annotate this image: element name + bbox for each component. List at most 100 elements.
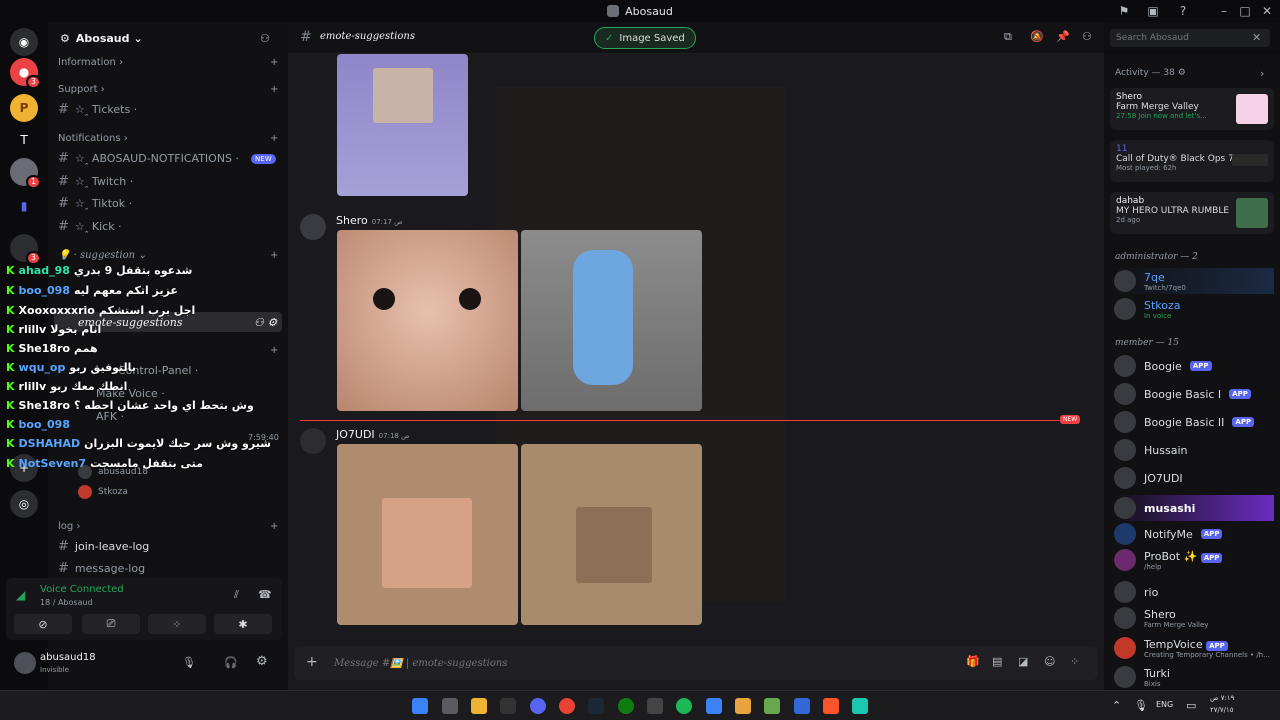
member-row[interactable]: 7qe Twitch/7qe0 (1114, 268, 1274, 294)
app-icon[interactable] (500, 698, 516, 714)
xbox-icon[interactable] (618, 698, 634, 714)
member-row[interactable]: Boogie Basic I APP (1114, 383, 1251, 405)
message-author[interactable]: JO7UDI 07:18 ص (336, 428, 410, 441)
chevron-right-icon[interactable]: › (1260, 67, 1264, 80)
category-notifications[interactable]: Notifications › + (58, 133, 278, 144)
message-input[interactable] (334, 654, 894, 672)
gift-icon[interactable]: 🎁 (966, 655, 980, 668)
server-icon-t[interactable]: T (10, 126, 38, 154)
attach-plus-icon[interactable]: + (306, 654, 318, 670)
discord-home-icon[interactable]: ◉ (10, 28, 38, 56)
apps-icon[interactable]: ⁘ (1070, 655, 1079, 668)
server-icon-p[interactable]: P (10, 94, 38, 122)
screen-share-button[interactable]: ⎚ (82, 614, 140, 634)
channel-tiktok[interactable]: # ☆ꞈ Tiktok · (58, 196, 132, 211)
category-suggestion[interactable]: 💡 · suggestion ⌄ + (58, 250, 278, 261)
activity-card[interactable]: dahab MY HERO ULTRA RUMBLE 2d ago (1110, 192, 1274, 234)
emote-image-child-1[interactable] (337, 444, 518, 625)
folder-icon[interactable]: ▮ (10, 192, 38, 220)
network-icon[interactable]: ▭ (1186, 699, 1196, 712)
emoji-icon[interactable]: ☺ (1044, 655, 1055, 668)
app-icon[interactable] (735, 698, 751, 714)
member-row[interactable]: JO7UDI (1114, 467, 1183, 489)
steam-icon[interactable] (588, 698, 604, 714)
add-channel-icon[interactable]: + (270, 521, 278, 532)
member-row[interactable]: Hussain (1114, 439, 1187, 461)
discord-taskbar-icon[interactable] (530, 698, 546, 714)
member-list-icon[interactable]: ⚇ (1082, 30, 1092, 43)
server-icon-avatar[interactable]: 1 (10, 158, 41, 189)
app-icon[interactable] (706, 698, 722, 714)
search-box[interactable]: ✕ (1110, 29, 1270, 47)
server-icon-stack[interactable]: 3 (10, 234, 41, 265)
tray-chevron-icon[interactable]: ⌃ (1112, 699, 1121, 712)
member-row[interactable]: musashi (1114, 495, 1274, 521)
member-row[interactable]: Boogie APP (1114, 355, 1212, 377)
channel-kick[interactable]: # ☆ꞈ Kick · (58, 219, 122, 234)
chrome-icon[interactable] (559, 698, 575, 714)
pin-icon[interactable]: 📌 (1056, 30, 1070, 43)
app-icon[interactable] (647, 698, 663, 714)
server-header[interactable]: ⚙ Abosaud ⌄ ⚇ (48, 22, 288, 54)
emote-image-stitch[interactable] (521, 230, 702, 411)
channel-tickets[interactable]: # ☆ꞈ Tickets · (58, 102, 137, 117)
noise-suppression-icon[interactable]: ⫽ (234, 588, 239, 602)
help-icon[interactable]: ? (1175, 3, 1191, 19)
add-channel-icon[interactable]: + (270, 250, 278, 261)
clock-time[interactable]: ٧:١٩ ص (1210, 694, 1234, 702)
emote-image-baby[interactable] (337, 230, 518, 411)
app-icon[interactable] (794, 698, 810, 714)
avatar[interactable] (300, 214, 326, 240)
app-icon[interactable] (852, 698, 868, 714)
brave-icon[interactable] (823, 698, 839, 714)
server-icon-red[interactable]: ● 3 (10, 58, 41, 89)
avatar[interactable] (300, 428, 326, 454)
category-support[interactable]: Support › + (58, 84, 278, 95)
app-icon[interactable] (764, 698, 780, 714)
message-image-top[interactable] (337, 54, 468, 196)
add-channel-icon[interactable]: + (270, 84, 278, 95)
category-log[interactable]: log › + (58, 521, 278, 532)
file-explorer-icon[interactable] (471, 698, 487, 714)
photo-thumbnail[interactable] (373, 68, 433, 123)
channel-join-leave-log[interactable]: # join-leave-log (58, 539, 149, 554)
threads-icon[interactable]: ⧉ (1004, 30, 1012, 44)
member-row[interactable]: TempVoice APP Creating Temporary Channels… (1114, 637, 1270, 659)
member-row[interactable]: NotifyMe APP (1114, 523, 1223, 545)
spotify-icon[interactable] (676, 698, 692, 714)
avatar[interactable] (14, 652, 36, 674)
member-row[interactable]: Boogie Basic II APP (1114, 411, 1255, 433)
emote-image-child-2[interactable] (521, 444, 702, 625)
channel-abosaud-notifications[interactable]: # ☆ꞈ ABOSAUD-NOTFICATIONS · NEW (58, 151, 276, 166)
add-channel-icon[interactable]: + (270, 345, 278, 356)
language-indicator[interactable]: ENG (1156, 700, 1173, 709)
add-channel-icon[interactable]: + (270, 57, 278, 68)
activities-button[interactable]: ⁘ (148, 614, 206, 634)
voice-user-2[interactable]: Stkoza (78, 485, 128, 499)
member-row[interactable]: rio (1114, 581, 1158, 603)
voice-channel[interactable]: 18 / Abosaud (40, 598, 93, 607)
microphone-tray-icon[interactable]: 🎙 (1134, 699, 1148, 712)
close-icon[interactable]: ✕ (1259, 3, 1275, 19)
member-row[interactable]: Turki Bixis (1114, 666, 1170, 688)
add-channel-icon[interactable]: + (270, 133, 278, 144)
mute-bell-icon[interactable]: 🔕 (1030, 30, 1044, 43)
activity-card[interactable]: 11 Call of Duty® Black Ops 7 Most played… (1110, 140, 1274, 182)
member-settings-icon[interactable]: ⚇ ⚙ (254, 316, 277, 329)
soundboard-button[interactable]: ✱ (214, 614, 272, 634)
gif-icon[interactable]: ▤ (992, 655, 1002, 668)
activity-card[interactable]: Shero Farm Merge Valley 27:58 Join now a… (1110, 88, 1274, 130)
minimize-icon[interactable]: – (1216, 3, 1232, 19)
screen-icon[interactable]: ▣ (1145, 3, 1161, 19)
member-row[interactable]: ProBot ✨ APP/help (1114, 549, 1223, 571)
category-information[interactable]: Information › + (58, 57, 278, 68)
member-row[interactable]: Shero Farm Merge Valley (1114, 607, 1208, 629)
settings-gear-icon[interactable]: ⚙ (256, 654, 268, 669)
clock-date[interactable]: ٢٧/٧/١٥ (1210, 706, 1234, 714)
message-author[interactable]: Shero 07:17 ص (336, 214, 403, 227)
discover-icon[interactable]: ◎ (10, 490, 38, 518)
channel-message-log[interactable]: # message-log (58, 561, 145, 576)
activity-header[interactable]: Activity — 38 ⚙ (1115, 68, 1186, 78)
maximize-icon[interactable]: □ (1237, 3, 1253, 19)
store-icon[interactable] (442, 698, 458, 714)
